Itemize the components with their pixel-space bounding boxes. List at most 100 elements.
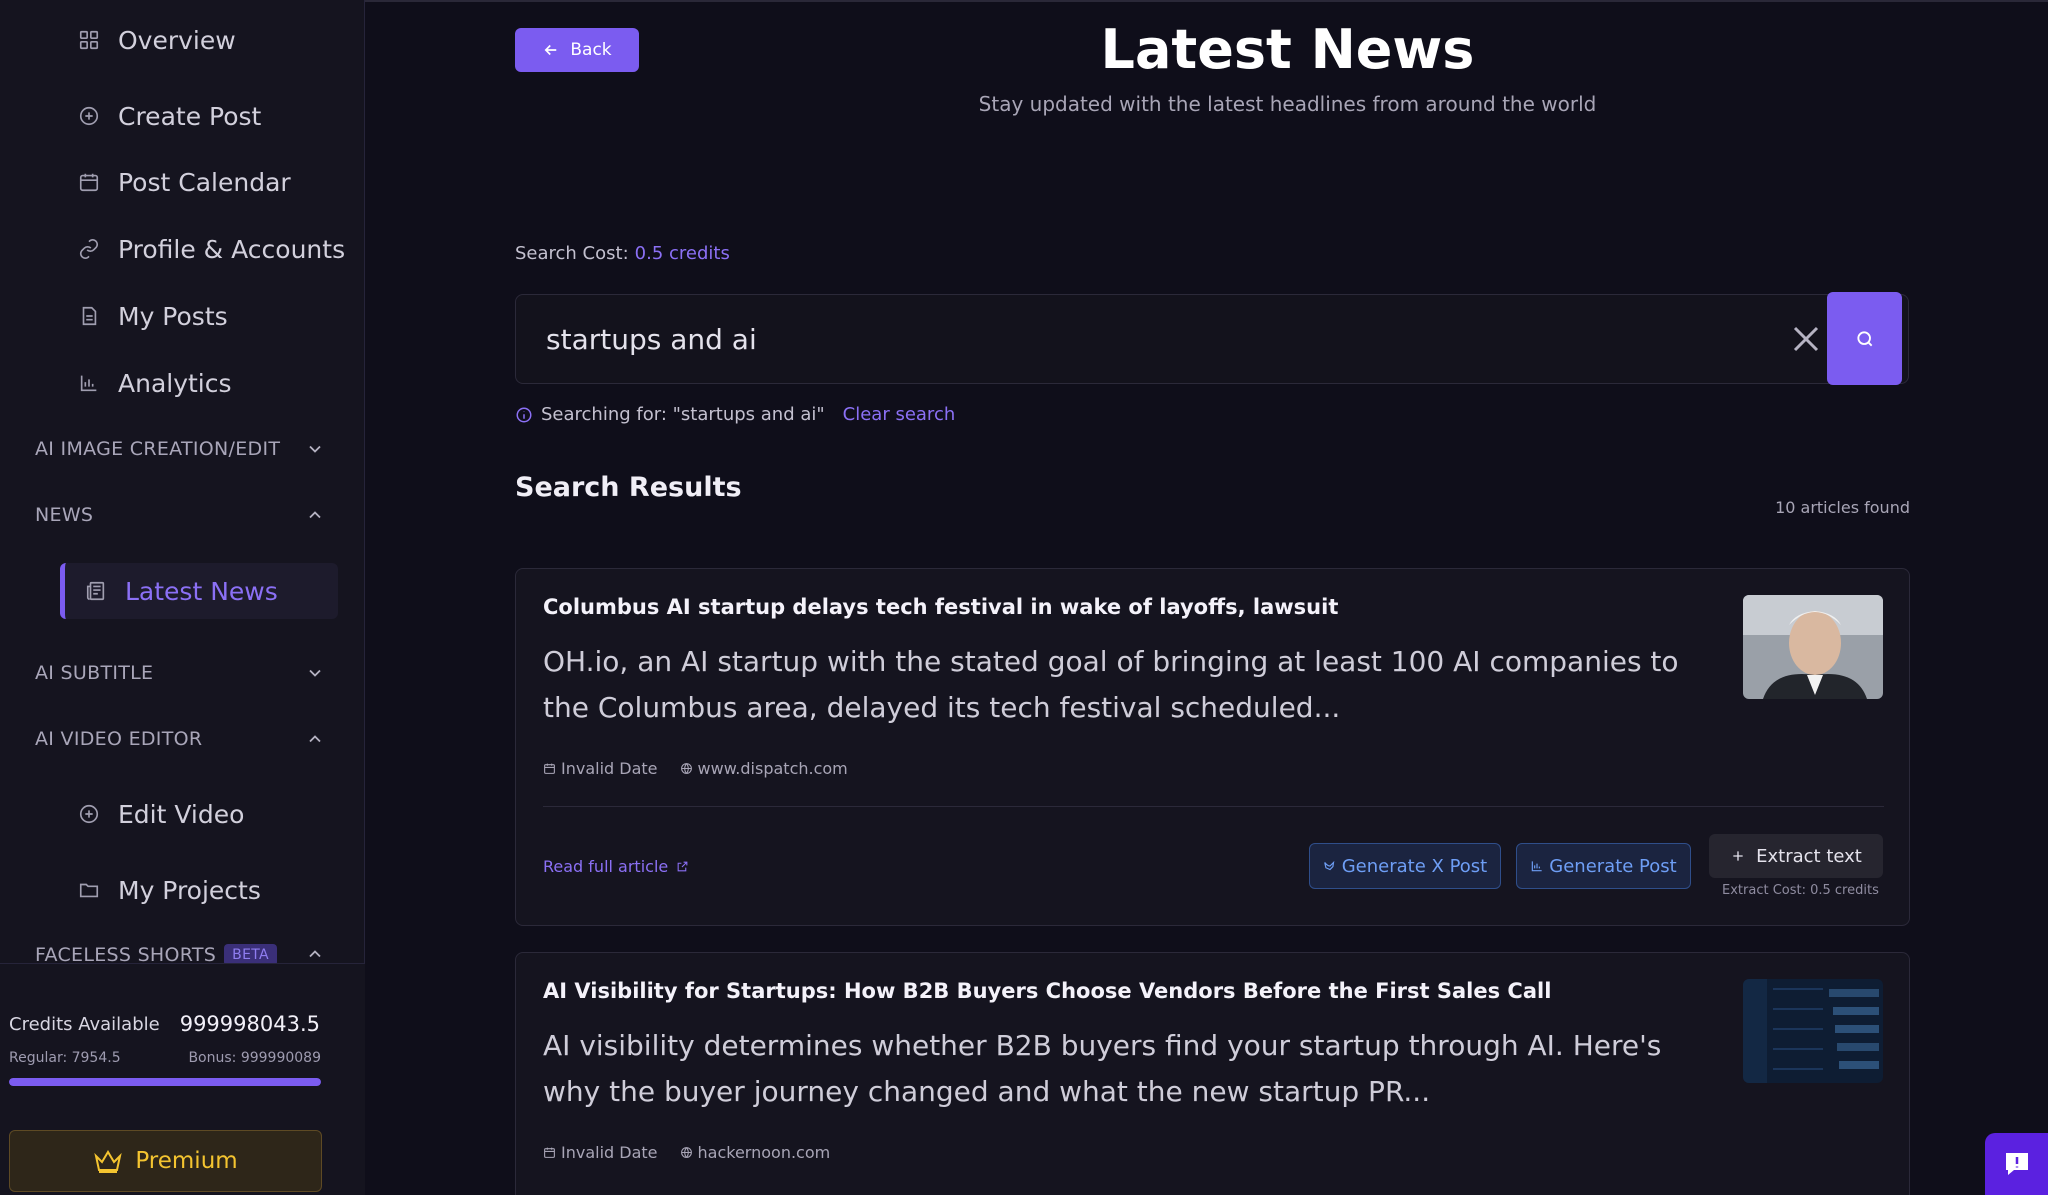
card-divider bbox=[543, 806, 1884, 807]
sidebar-item-label: Analytics bbox=[118, 368, 232, 398]
sidebar-item-my-projects[interactable]: My Projects bbox=[78, 870, 261, 910]
section-label: AI SUBTITLE bbox=[35, 662, 154, 684]
article-date: Invalid Date bbox=[561, 1143, 658, 1162]
sidebar-item-latest-news[interactable]: Latest News bbox=[60, 563, 338, 619]
premium-button[interactable]: Premium bbox=[9, 1130, 322, 1192]
folder-icon bbox=[79, 883, 99, 898]
search-input-value: startups and ai bbox=[546, 323, 757, 356]
bar-chart-icon bbox=[80, 375, 97, 392]
bird-icon bbox=[1323, 860, 1335, 871]
sidebar-item-label: My Projects bbox=[118, 875, 261, 905]
article-source: hackernoon.com bbox=[697, 1143, 831, 1162]
article-meta: Invalid Date www.dispatch.com bbox=[543, 759, 848, 778]
sidebar-item-label: Create Post bbox=[118, 101, 262, 131]
article-thumbnail bbox=[1743, 979, 1883, 1083]
section-news[interactable]: NEWS bbox=[35, 500, 325, 530]
crown-icon bbox=[94, 1150, 123, 1173]
generate-post-button[interactable]: Generate Post bbox=[1516, 843, 1691, 889]
section-ai-image[interactable]: AI IMAGE CREATION/EDIT bbox=[35, 434, 325, 464]
results-title: Search Results bbox=[515, 472, 742, 503]
article-description: OH.io, an AI startup with the stated goa… bbox=[543, 645, 1679, 724]
credits-value: 999998043.5 bbox=[179, 1012, 320, 1036]
page-subtitle: Stay updated with the latest headlines f… bbox=[978, 92, 1597, 116]
sidebar: Overview Create Post Post Calendar Profi… bbox=[0, 0, 365, 1195]
search-cost-value: 0.5 credits bbox=[634, 243, 730, 264]
results-count: 10 articles found bbox=[1775, 498, 1910, 517]
clear-search-link[interactable]: Clear search bbox=[843, 404, 956, 425]
gen-post-label: Generate Post bbox=[1549, 855, 1677, 877]
read-full-article-link[interactable]: Read full article bbox=[543, 857, 689, 876]
calendar-icon bbox=[544, 763, 555, 774]
section-label-wrap: FACELESS SHORTS BETA bbox=[35, 944, 277, 964]
back-label: Back bbox=[570, 40, 612, 60]
chat-support-button[interactable] bbox=[1985, 1133, 2048, 1195]
globe-icon bbox=[680, 1147, 692, 1158]
credits-title: Credits Available bbox=[9, 1014, 160, 1035]
article-title[interactable]: AI Visibility for Startups: How B2B Buye… bbox=[543, 979, 1551, 1003]
search-icon bbox=[1856, 330, 1872, 346]
beta-badge: BETA bbox=[224, 944, 277, 964]
plus-circle-icon bbox=[79, 106, 99, 126]
sidebar-item-edit-video[interactable]: Edit Video bbox=[78, 794, 244, 834]
credits-regular: Regular: 7954.5 bbox=[9, 1050, 121, 1066]
chevron-up-icon bbox=[309, 735, 321, 743]
sidebar-item-create-post[interactable]: Create Post bbox=[78, 96, 261, 136]
article-card: AI Visibility for Startups: How B2B Buye… bbox=[515, 952, 1910, 1195]
credits-progress-bar bbox=[9, 1078, 321, 1086]
gen-x-label: Generate X Post bbox=[1341, 855, 1488, 877]
sidebar-item-profile-accounts[interactable]: Profile & Accounts bbox=[78, 229, 345, 269]
back-button[interactable]: Back bbox=[515, 28, 639, 72]
link-icon bbox=[79, 239, 99, 259]
searching-text: Searching for: "startups and ai" bbox=[541, 404, 825, 425]
chat-icon bbox=[2005, 1153, 2028, 1175]
sidebar-item-label: Post Calendar bbox=[118, 167, 291, 197]
read-link-label: Read full article bbox=[543, 857, 669, 876]
search-cost: Search Cost: 0.5 credits bbox=[515, 243, 730, 264]
plus-icon bbox=[1733, 851, 1743, 861]
article-source: www.dispatch.com bbox=[697, 759, 848, 778]
external-link-icon bbox=[677, 861, 688, 872]
chart-icon bbox=[1532, 861, 1542, 872]
sidebar-item-label: Edit Video bbox=[118, 799, 245, 829]
extract-label: Extract text bbox=[1756, 845, 1862, 867]
premium-label: Premium bbox=[135, 1148, 238, 1174]
section-faceless-shorts[interactable]: FACELESS SHORTS BETA bbox=[35, 944, 325, 964]
article-meta: Invalid Date hackernoon.com bbox=[543, 1143, 830, 1162]
credits-progress-fill bbox=[9, 1078, 321, 1086]
calendar-icon bbox=[79, 173, 99, 192]
search-cost-label: Search Cost: bbox=[515, 243, 629, 264]
chevron-down-icon bbox=[309, 669, 321, 677]
info-icon bbox=[516, 407, 532, 422]
generate-x-post-button[interactable]: Generate X Post bbox=[1309, 843, 1501, 889]
sidebar-item-label: Latest News bbox=[125, 576, 278, 606]
sidebar-item-overview[interactable]: Overview bbox=[78, 20, 236, 60]
article-title[interactable]: Columbus AI startup delays tech festival… bbox=[543, 595, 1338, 619]
search-input[interactable]: startups and ai bbox=[515, 294, 1909, 384]
plus-circle-icon bbox=[79, 804, 99, 824]
section-label: FACELESS SHORTS bbox=[35, 944, 217, 964]
sidebar-item-label: Overview bbox=[118, 25, 236, 55]
globe-icon bbox=[680, 763, 692, 774]
credits-bonus: Bonus: 999990089 bbox=[188, 1050, 321, 1066]
top-border bbox=[365, 0, 2048, 2]
close-icon[interactable] bbox=[1789, 322, 1823, 356]
sidebar-item-label: Profile & Accounts bbox=[118, 234, 346, 264]
section-ai-video-editor[interactable]: AI VIDEO EDITOR bbox=[35, 724, 325, 754]
arrow-left-icon bbox=[544, 44, 557, 56]
document-icon bbox=[82, 306, 97, 326]
sidebar-item-label: My Posts bbox=[118, 301, 228, 331]
grid-icon bbox=[79, 30, 99, 50]
section-ai-subtitle[interactable]: AI SUBTITLE bbox=[35, 658, 325, 688]
sidebar-item-post-calendar[interactable]: Post Calendar bbox=[78, 162, 291, 202]
article-description: AI visibility determines whether B2B buy… bbox=[543, 1029, 1662, 1108]
sidebar-item-analytics[interactable]: Analytics bbox=[78, 363, 232, 403]
section-label: AI VIDEO EDITOR bbox=[35, 728, 203, 750]
sidebar-item-my-posts[interactable]: My Posts bbox=[78, 296, 228, 336]
page-title: Latest News bbox=[1100, 18, 1475, 81]
chevron-up-icon bbox=[309, 511, 321, 519]
extract-text-button[interactable]: Extract text bbox=[1709, 834, 1883, 878]
searching-status: Searching for: "startups and ai" Clear s… bbox=[515, 404, 955, 425]
section-label: AI IMAGE CREATION/EDIT bbox=[35, 438, 281, 460]
search-button[interactable] bbox=[1827, 292, 1902, 385]
article-date: Invalid Date bbox=[561, 759, 658, 778]
